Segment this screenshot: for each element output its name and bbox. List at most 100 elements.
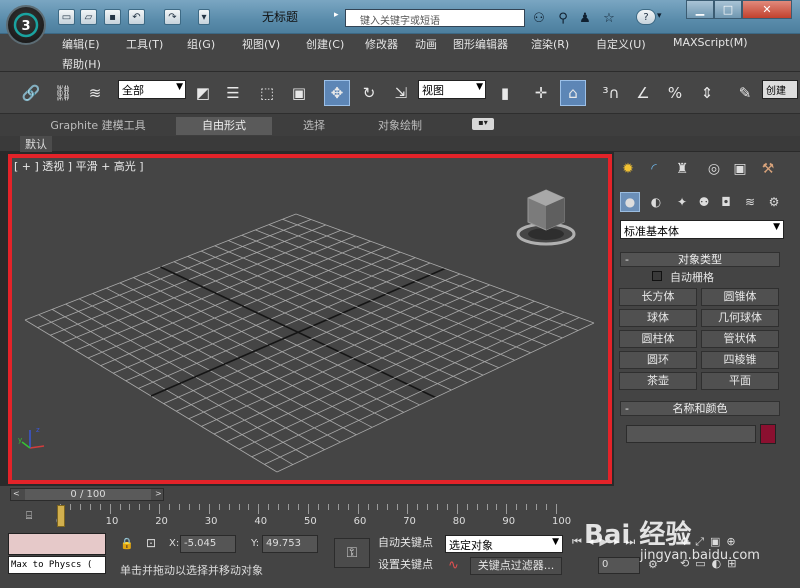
ribbon-default-label[interactable]: 默认 xyxy=(20,136,52,152)
manipulate-icon[interactable]: ✛ xyxy=(528,80,554,106)
cylinder-button[interactable]: 圆柱体 xyxy=(619,330,697,348)
selection-filter-dropdown[interactable]: 全部 ▼ xyxy=(118,80,186,99)
menu-view[interactable]: 视图(V) xyxy=(242,36,280,52)
save-icon[interactable]: ▪ xyxy=(104,9,121,25)
link-icon[interactable]: 🔗 xyxy=(18,80,44,106)
key-filters-button[interactable]: 关键点过滤器... xyxy=(470,557,562,575)
expand-arrow-icon[interactable]: ▸ xyxy=(334,10,344,24)
angle-snap-icon[interactable]: ∠ xyxy=(630,80,656,106)
binoculars-icon[interactable]: ⚇ xyxy=(530,9,548,27)
autogrid-checkbox[interactable] xyxy=(652,271,662,281)
time-prev-icon[interactable]: < xyxy=(13,489,20,498)
x-coordinate-field[interactable]: -5.045 xyxy=(180,535,236,553)
perspective-viewport[interactable]: [ + ] 透视 ] 平滑 + 高光 ] z y xyxy=(10,156,610,482)
torus-button[interactable]: 圆环 xyxy=(619,351,697,369)
select-and-rotate-icon[interactable]: ↻ xyxy=(356,80,382,106)
app-logo[interactable]: 3 xyxy=(6,5,46,45)
pivot-center-icon[interactable]: ▮ xyxy=(492,80,518,106)
reference-coordinate-dropdown[interactable]: 视图 ▼ xyxy=(418,80,486,99)
display-tab-icon[interactable]: ▣ xyxy=(728,158,752,180)
help-button[interactable]: ? xyxy=(636,9,656,25)
tab-selection[interactable]: 选择 xyxy=(286,117,342,135)
plane-button[interactable]: 平面 xyxy=(701,372,779,390)
tube-button[interactable]: 管状体 xyxy=(701,330,779,348)
menu-customize[interactable]: 自定义(U) xyxy=(596,36,646,52)
systems-icon[interactable]: ⚙ xyxy=(764,192,784,212)
sphere-button[interactable]: 球体 xyxy=(619,309,697,327)
redo-icon[interactable]: ↷ xyxy=(164,9,181,25)
favorites-star-icon[interactable]: ☆ xyxy=(600,9,618,27)
ribbon-options-icon[interactable]: ▪▾ xyxy=(472,118,494,130)
menu-graph-editors[interactable]: 图形编辑器 xyxy=(453,36,508,52)
help-dropdown-icon[interactable]: ▾ xyxy=(657,11,662,21)
auto-key-button[interactable]: 自动关键点 xyxy=(378,535,442,553)
geometry-icon[interactable]: ● xyxy=(620,192,640,212)
select-object-icon[interactable]: ◩ xyxy=(190,80,216,106)
quick-access-dropdown[interactable]: ▾ xyxy=(198,9,210,25)
snaps-toggle-icon[interactable]: ³∩ xyxy=(598,80,624,106)
current-frame-field[interactable]: 0 xyxy=(598,557,640,574)
helpers-icon[interactable]: ◘ xyxy=(716,192,736,212)
name-and-color-rollout[interactable]: - 名称和颜色 xyxy=(620,401,780,416)
menu-tools[interactable]: 工具(T) xyxy=(126,36,163,52)
window-crossing-icon[interactable]: ▣ xyxy=(286,80,312,106)
modify-tab-icon[interactable]: ◜ xyxy=(642,158,666,180)
menu-edit[interactable]: 编辑(E) xyxy=(62,36,100,52)
create-tab-icon[interactable]: ✹ xyxy=(616,158,640,180)
undo-icon[interactable]: ↶ xyxy=(128,9,145,25)
info-icon[interactable]: ♟ xyxy=(576,9,594,27)
communication-icon[interactable]: ⚲ xyxy=(554,9,572,27)
timeline-track[interactable]: 0102030405060708090100 xyxy=(56,504,571,530)
geosphere-button[interactable]: 几何球体 xyxy=(701,309,779,327)
time-slider[interactable]: < 0 / 100 > xyxy=(10,488,164,501)
menu-help[interactable]: 帮助(H) xyxy=(62,56,101,72)
curve-editor-icon[interactable]: ⌸ xyxy=(18,509,40,525)
edit-named-selection-icon[interactable]: ✎ xyxy=(732,80,758,106)
unlink-icon[interactable]: ⛓ xyxy=(50,80,76,106)
spinner-snap-icon[interactable]: ⇕ xyxy=(694,80,720,106)
absolute-mode-icon[interactable]: ⊡ xyxy=(146,536,156,550)
percent-snap-icon[interactable]: % xyxy=(662,80,688,106)
tab-freeform[interactable]: 自由形式 xyxy=(176,117,272,135)
menu-maxscript[interactable]: MAXScript(M) xyxy=(673,36,748,52)
menu-animation[interactable]: 动画 xyxy=(415,36,437,52)
keyboard-shortcut-override-icon[interactable]: ⌂ xyxy=(560,80,586,106)
maximize-button[interactable]: □ xyxy=(714,0,742,19)
key-tangent-icon[interactable]: ∿ xyxy=(448,558,459,573)
open-folder-icon[interactable]: ▱ xyxy=(80,9,97,25)
time-cursor[interactable] xyxy=(57,505,65,527)
rectangular-selection-icon[interactable]: ⬚ xyxy=(254,80,280,106)
time-next-icon[interactable]: > xyxy=(155,489,162,498)
y-coordinate-field[interactable]: 49.753 xyxy=(262,535,318,553)
search-input[interactable]: 键入关键字或短语 xyxy=(345,9,525,27)
close-button[interactable]: ✕ xyxy=(742,0,792,19)
motion-tab-icon[interactable]: ◎ xyxy=(702,158,726,180)
new-file-icon[interactable]: ▭ xyxy=(58,9,75,25)
menu-modifiers[interactable]: 修改器 xyxy=(365,36,398,52)
teapot-button[interactable]: 茶壶 xyxy=(619,372,697,390)
box-button[interactable]: 长方体 xyxy=(619,288,697,306)
pyramid-button[interactable]: 四棱锥 xyxy=(701,351,779,369)
hierarchy-tab-icon[interactable]: ♜ xyxy=(670,158,694,180)
spacewarps-icon[interactable]: ≋ xyxy=(740,192,760,212)
object-color-swatch[interactable] xyxy=(760,424,776,444)
menu-rendering[interactable]: 渲染(R) xyxy=(531,36,569,52)
frame-indicator[interactable]: 0 / 100 xyxy=(25,489,151,500)
set-key-icon[interactable]: ⚿ xyxy=(334,538,370,568)
set-key-button[interactable]: 设置关键点 xyxy=(378,557,442,575)
utilities-tab-icon[interactable]: ⚒ xyxy=(756,158,780,180)
cameras-icon[interactable]: ⚉ xyxy=(694,192,714,212)
select-and-move-icon[interactable]: ✥ xyxy=(324,80,350,106)
maxscript-listener-input[interactable]: Max to Physcs ( xyxy=(8,556,106,574)
tab-object-paint[interactable]: 对象绘制 xyxy=(358,117,442,135)
menu-create[interactable]: 创建(C) xyxy=(306,36,344,52)
cone-button[interactable]: 圆锥体 xyxy=(701,288,779,306)
selected-object-dropdown[interactable]: 选定对象 ▼ xyxy=(445,535,563,553)
create-selection-set-field[interactable]: 创建 xyxy=(762,80,798,99)
category-dropdown[interactable]: 标准基本体 ▼ xyxy=(620,220,784,239)
bind-spacewarp-icon[interactable]: ≋ xyxy=(82,80,108,106)
select-and-scale-icon[interactable]: ⇲ xyxy=(388,80,414,106)
object-type-rollout[interactable]: - 对象类型 xyxy=(620,252,780,267)
shapes-icon[interactable]: ◐ xyxy=(646,192,666,212)
object-name-input[interactable] xyxy=(626,425,756,443)
